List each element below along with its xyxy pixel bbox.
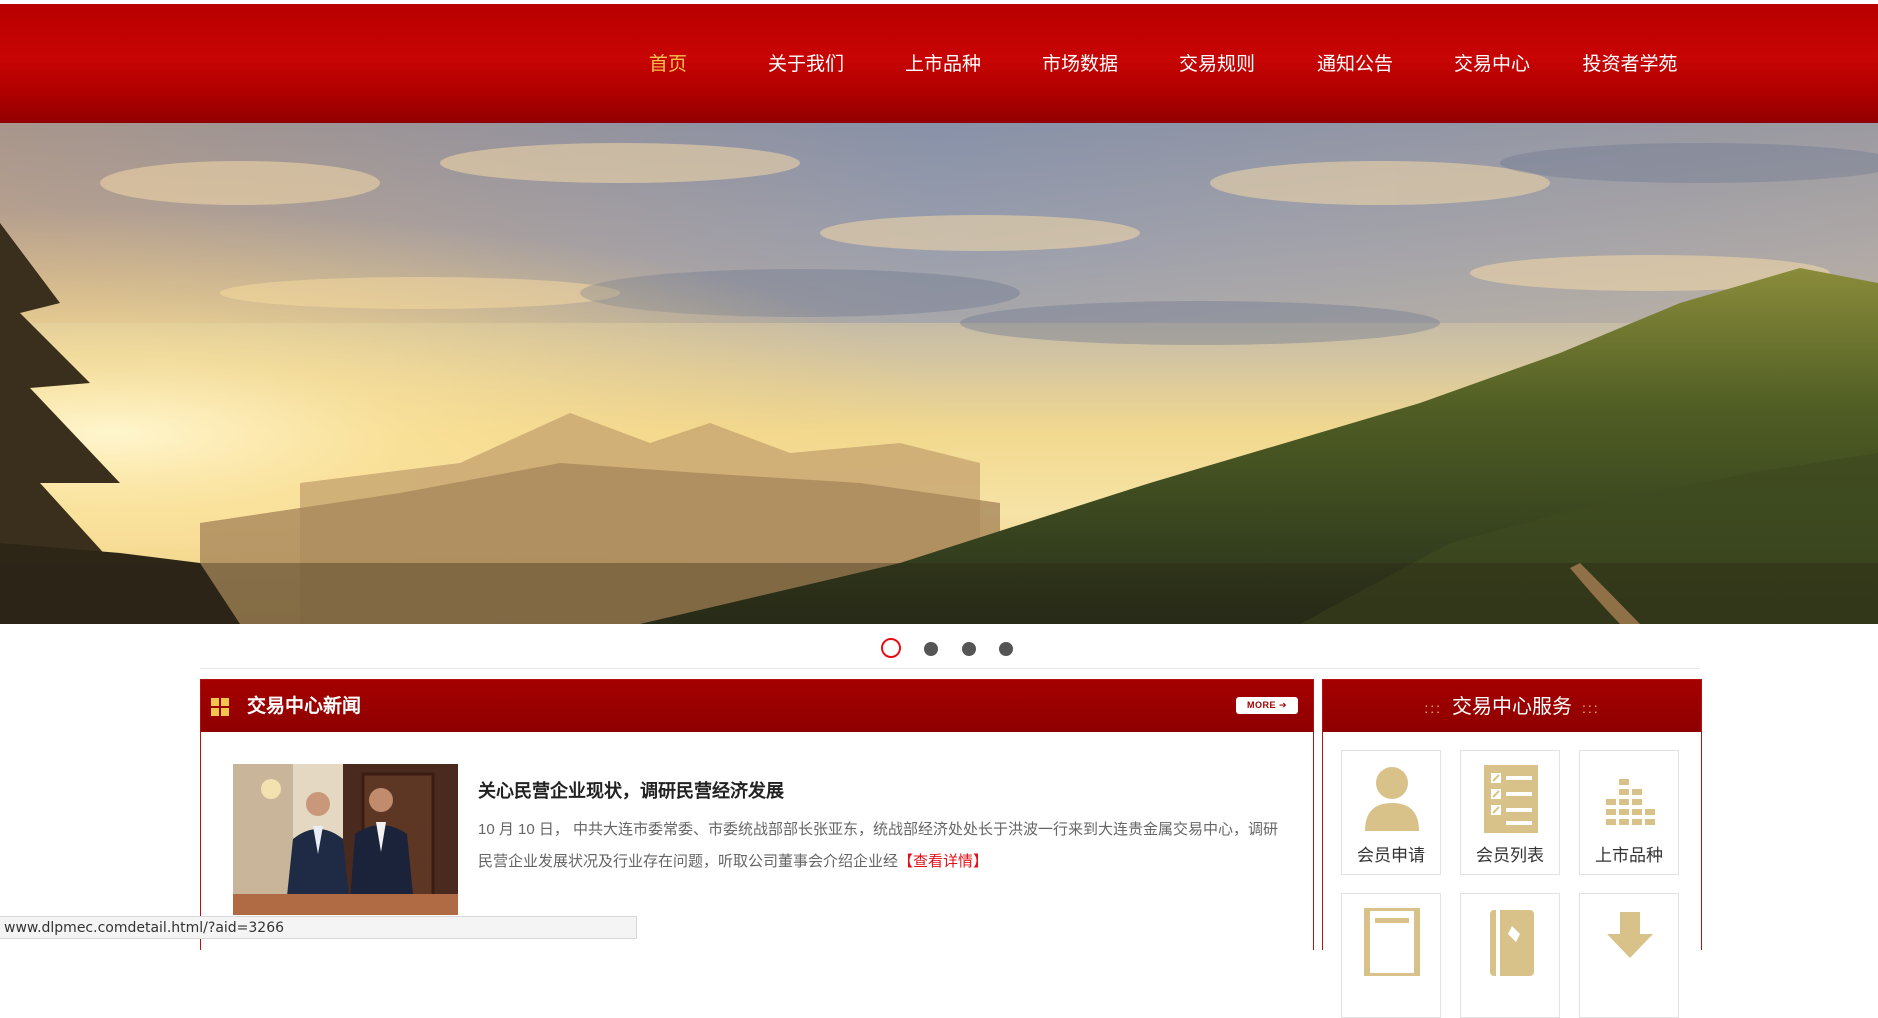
news-thumbnail[interactable] xyxy=(233,764,458,915)
hero-banner[interactable] xyxy=(0,123,1878,624)
service-panel: ::: 交易中心服务::: 会员申请 会员列表 上市品种 xyxy=(1322,679,1702,1018)
news-panel-title: 交易中心新闻 xyxy=(247,696,362,717)
service-label: 上市品种 xyxy=(1595,846,1663,865)
book-icon xyxy=(1490,910,1534,976)
read-more-link[interactable]: 【查看详情】 xyxy=(898,853,988,870)
nav-item-home[interactable]: 首页 xyxy=(628,4,708,123)
list-icon xyxy=(1484,765,1538,833)
nav-item-trading-rules[interactable]: 交易规则 xyxy=(1167,4,1267,123)
service-item-4[interactable] xyxy=(1341,893,1441,1018)
news-panel-header: 交易中心新闻 MORE ➔ xyxy=(201,680,1313,732)
service-listed-products[interactable]: 上市品种 xyxy=(1579,750,1679,875)
carousel-dot-2[interactable] xyxy=(924,642,938,656)
nav-item-investor-academy[interactable]: 投资者学苑 xyxy=(1572,4,1688,123)
carousel-dot-1[interactable] xyxy=(881,638,901,658)
carousel-dots xyxy=(0,636,1878,662)
more-label: MORE xyxy=(1246,700,1276,710)
decoration-right: ::: xyxy=(1582,700,1600,716)
nav-item-listed-products[interactable]: 上市品种 xyxy=(893,4,993,123)
grid-icon xyxy=(211,698,230,717)
user-icon xyxy=(1365,767,1419,831)
nav-item-announcements[interactable]: 通知公告 xyxy=(1305,4,1405,123)
browser-status-bar: www.dlpmec.comdetail.html/?aid=3266 xyxy=(0,916,637,939)
main-nav: 首页 关于我们 上市品种 市场数据 交易规则 通知公告 交易中心 投资者学苑 xyxy=(0,4,1878,123)
nav-item-trading-center[interactable]: 交易中心 xyxy=(1442,4,1542,123)
service-item-6[interactable] xyxy=(1579,893,1679,1018)
service-label: 会员申请 xyxy=(1357,846,1425,865)
news-summary: 10 月 10 日， 中共大连市委常委、市委统战部部长张亚东，统战部经济处处长于… xyxy=(478,814,1284,878)
news-panel: 交易中心新闻 MORE ➔ 关心民营企业现状，调研民营经济发展 10 月 10 … xyxy=(200,679,1314,950)
carousel-dot-4[interactable] xyxy=(999,642,1013,656)
download-icon xyxy=(1607,912,1653,958)
bar-chart-icon xyxy=(1606,779,1655,825)
nav-item-market-data[interactable]: 市场数据 xyxy=(1030,4,1130,123)
nav-item-about-us[interactable]: 关于我们 xyxy=(756,4,856,123)
decoration-left: ::: xyxy=(1424,700,1442,716)
carousel-dot-3[interactable] xyxy=(962,642,976,656)
news-summary-text: 10 月 10 日， 中共大连市委常委、市委统战部部长张亚东，统战部经济处处长于… xyxy=(478,821,1279,870)
document-icon xyxy=(1364,908,1420,976)
more-button[interactable]: MORE ➔ xyxy=(1236,697,1298,714)
service-item-5[interactable] xyxy=(1460,893,1560,1018)
service-panel-header: ::: 交易中心服务::: xyxy=(1323,680,1701,732)
service-member-list[interactable]: 会员列表 xyxy=(1460,750,1560,875)
landscape-image xyxy=(0,123,1878,624)
service-label: 会员列表 xyxy=(1476,846,1544,865)
section-divider xyxy=(200,668,1700,669)
service-member-application[interactable]: 会员申请 xyxy=(1341,750,1441,875)
service-panel-title: 交易中心服务 xyxy=(1452,696,1572,718)
news-headline[interactable]: 关心民营企业现状，调研民营经济发展 xyxy=(478,777,784,803)
site-header: 首页 关于我们 上市品种 市场数据 交易规则 通知公告 交易中心 投资者学苑 xyxy=(0,4,1878,123)
